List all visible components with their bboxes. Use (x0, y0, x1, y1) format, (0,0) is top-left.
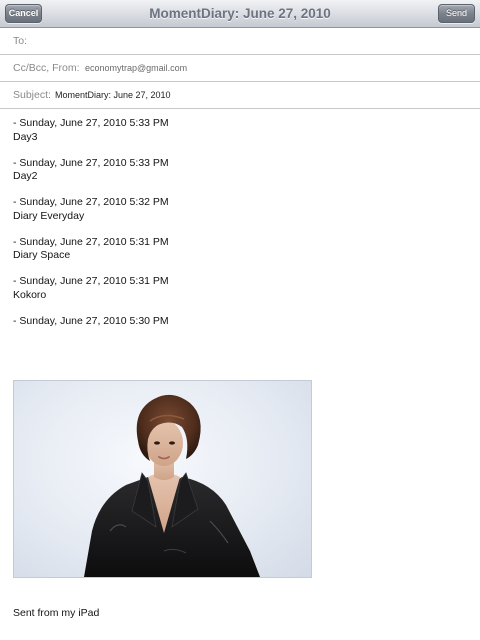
send-button[interactable]: Send (438, 4, 475, 23)
diary-entry: - Sunday, June 27, 2010 5:33 PM Day3 (13, 117, 453, 157)
entry-title: Day3 (13, 130, 38, 143)
diary-entry: - Sunday, June 27, 2010 5:31 PM Diary Sp… (13, 236, 453, 276)
entry-timestamp: - Sunday, June 27, 2010 5:31 PM (13, 235, 169, 248)
portrait-illustration (84, 394, 260, 577)
diary-entry: - Sunday, June 27, 2010 5:30 PM (13, 315, 453, 355)
entry-title: Diary Everyday (13, 209, 85, 222)
entry-title: Day2 (13, 170, 38, 182)
entry-timestamp: - Sunday, June 27, 2010 5:31 PM (13, 275, 169, 287)
entry-title: Diary Space (13, 249, 71, 261)
from-address[interactable]: economytrap@gmail.com (85, 55, 187, 81)
cc-bcc-from-label: Cc/Bcc, From: (13, 62, 80, 74)
subject-label: Subject: (13, 89, 51, 101)
cc-bcc-from-field[interactable]: Cc/Bcc, From: economytrap@gmail.com (0, 55, 480, 82)
message-body[interactable]: - Sunday, June 27, 2010 5:33 PM Day3 - S… (0, 109, 480, 640)
attached-photo[interactable] (13, 380, 312, 578)
cancel-button[interactable]: Cancel (5, 4, 42, 23)
to-input[interactable] (34, 31, 472, 51)
entry-timestamp: - Sunday, June 27, 2010 5:30 PM (13, 314, 169, 327)
subject-field[interactable]: Subject: MomentDiary: June 27, 2010 (0, 82, 480, 109)
entry-title: Kokoro (13, 288, 47, 301)
navigation-bar: Cancel MomentDiary: June 27, 2010 Send (0, 0, 480, 28)
entry-timestamp: - Sunday, June 27, 2010 5:33 PM (13, 117, 169, 129)
diary-entry: - Sunday, June 27, 2010 5:32 PM Diary Ev… (13, 196, 453, 236)
diary-entry: - Sunday, June 27, 2010 5:33 PM Day2 (13, 157, 453, 197)
email-signature: Sent from my iPad (13, 607, 100, 619)
entry-timestamp: - Sunday, June 27, 2010 5:32 PM (13, 196, 169, 208)
to-field[interactable]: To: (0, 28, 480, 55)
subject-input[interactable]: MomentDiary: June 27, 2010 (55, 82, 171, 108)
entry-timestamp: - Sunday, June 27, 2010 5:33 PM (13, 156, 169, 169)
diary-entry-list: - Sunday, June 27, 2010 5:33 PM Day3 - S… (13, 117, 453, 354)
to-label: To: (13, 35, 28, 47)
page-title: MomentDiary: June 27, 2010 (149, 6, 331, 21)
diary-entry: - Sunday, June 27, 2010 5:31 PM Kokoro (13, 275, 453, 315)
